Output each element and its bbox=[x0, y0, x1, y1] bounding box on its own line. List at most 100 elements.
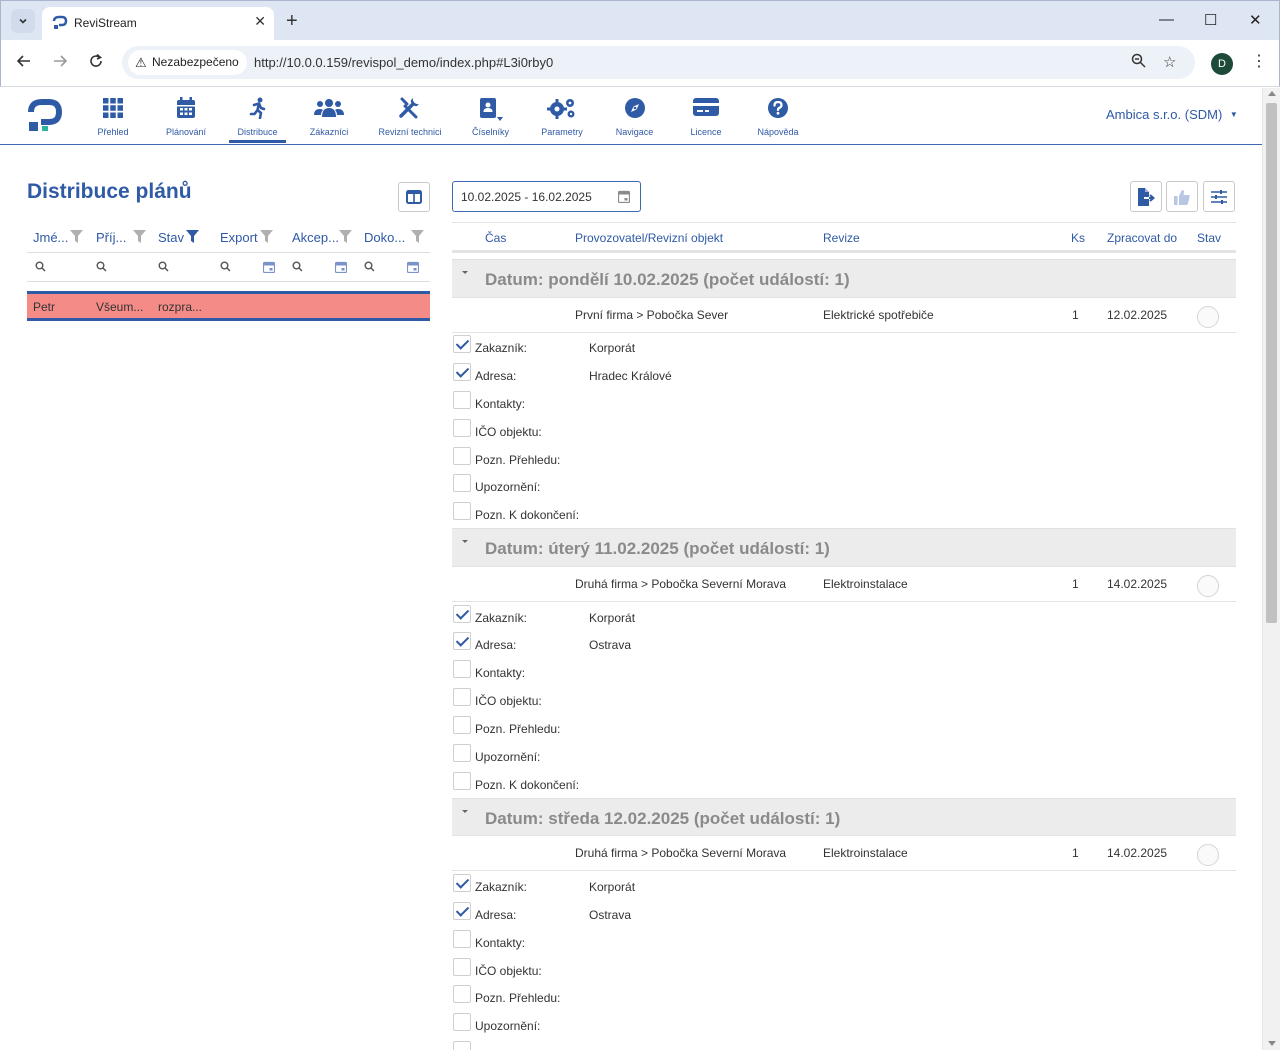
reload-icon[interactable] bbox=[88, 53, 104, 74]
detail-checkbox[interactable] bbox=[453, 1013, 471, 1031]
detail-checkbox[interactable] bbox=[453, 688, 471, 706]
profile-avatar[interactable]: D bbox=[1211, 53, 1233, 75]
search-icon[interactable] bbox=[35, 261, 46, 272]
close-tab-icon[interactable]: ✕ bbox=[254, 13, 266, 30]
nav-ciselniky[interactable]: Číselníky bbox=[468, 88, 513, 144]
column-header-stav[interactable]: Stav bbox=[1197, 231, 1221, 245]
detail-checkbox[interactable] bbox=[453, 744, 471, 762]
collapse-caret-icon[interactable] bbox=[462, 271, 468, 274]
event-status-indicator[interactable] bbox=[1197, 844, 1219, 866]
scroll-down-arrow-icon[interactable] bbox=[1268, 1041, 1276, 1046]
column-header-stav[interactable]: Stav bbox=[158, 230, 184, 245]
nav-zakaznici[interactable]: Zákazníci bbox=[305, 88, 353, 144]
column-header-prijmeni[interactable]: Příj... bbox=[96, 230, 126, 245]
scrollbar-thumb[interactable] bbox=[1266, 103, 1277, 623]
nav-napoveda[interactable]: Nápověda bbox=[756, 88, 800, 144]
settings-sliders-button[interactable] bbox=[1203, 181, 1235, 212]
column-header-provozovatel[interactable]: Provozovatel/Revizní objekt bbox=[575, 231, 723, 245]
column-header-akceptace[interactable]: Akcep... bbox=[292, 230, 339, 245]
calendar-icon[interactable] bbox=[335, 261, 347, 273]
filter-icon[interactable] bbox=[70, 230, 83, 243]
search-icon[interactable] bbox=[292, 261, 303, 272]
nav-navigace[interactable]: Navigace bbox=[612, 88, 657, 144]
browser-menu-icon[interactable]: ⋮ bbox=[1251, 51, 1267, 71]
detail-checkbox[interactable] bbox=[453, 632, 471, 650]
detail-checkbox[interactable] bbox=[453, 391, 471, 409]
event-row[interactable]: Druhá firma > Pobočka Severní Morava Ele… bbox=[452, 835, 1236, 871]
detail-checkbox[interactable] bbox=[453, 335, 471, 353]
column-header-dokonceni[interactable]: Doko... bbox=[364, 230, 405, 245]
filter-icon[interactable] bbox=[133, 230, 146, 243]
zoom-icon[interactable] bbox=[1131, 53, 1146, 72]
security-chip[interactable]: ⚠ Nezabezpečeno bbox=[128, 50, 247, 75]
column-header-export[interactable]: Export bbox=[220, 230, 258, 245]
new-tab-button[interactable]: + bbox=[286, 9, 298, 33]
detail-checkbox[interactable] bbox=[453, 363, 471, 381]
search-icon[interactable] bbox=[158, 261, 169, 272]
event-status-indicator[interactable] bbox=[1197, 306, 1219, 328]
detail-checkbox[interactable] bbox=[453, 474, 471, 492]
url-text[interactable]: http://10.0.0.159/revispol_demo/index.ph… bbox=[254, 55, 553, 70]
layout-toggle-button[interactable] bbox=[398, 182, 430, 212]
detail-checkbox[interactable] bbox=[453, 902, 471, 920]
column-header-revize[interactable]: Revize bbox=[823, 231, 860, 245]
forward-icon[interactable] bbox=[52, 53, 68, 74]
calendar-icon[interactable] bbox=[263, 261, 275, 273]
column-header-ks[interactable]: Ks bbox=[1071, 231, 1085, 245]
collapse-caret-icon[interactable] bbox=[462, 810, 468, 813]
maximize-icon[interactable]: ☐ bbox=[1204, 11, 1217, 29]
collapse-caret-icon[interactable] bbox=[462, 540, 468, 543]
nav-licence[interactable]: Licence bbox=[686, 88, 726, 144]
revistream-logo[interactable] bbox=[27, 98, 63, 134]
filter-icon[interactable] bbox=[260, 230, 273, 243]
calendar-icon[interactable] bbox=[407, 261, 419, 273]
detail-checkbox[interactable] bbox=[453, 958, 471, 976]
event-row[interactable]: Druhá firma > Pobočka Severní Morava Ele… bbox=[452, 566, 1236, 602]
detail-checkbox[interactable] bbox=[453, 930, 471, 948]
calendar-icon[interactable] bbox=[618, 190, 630, 203]
bookmark-star-icon[interactable]: ☆ bbox=[1163, 53, 1176, 71]
page-scrollbar[interactable] bbox=[1262, 88, 1280, 1050]
detail-checkbox[interactable] bbox=[453, 1041, 471, 1050]
accept-button[interactable] bbox=[1166, 181, 1198, 212]
nav-prehled[interactable]: Přehled bbox=[90, 88, 136, 144]
tab-search-button[interactable] bbox=[11, 9, 35, 33]
detail-checkbox[interactable] bbox=[453, 447, 471, 465]
close-window-icon[interactable]: ✕ bbox=[1249, 11, 1262, 29]
nav-distribuce[interactable]: Distribuce bbox=[229, 88, 286, 144]
column-header-zpracovat-do[interactable]: Zpracovat do bbox=[1107, 231, 1177, 245]
detail-checkbox[interactable] bbox=[453, 772, 471, 790]
date-group-header[interactable]: Datum: úterý 11.02.2025 (počet událostí:… bbox=[452, 528, 1236, 567]
table-row[interactable]: Petr Všeum... rozpra... bbox=[27, 291, 430, 321]
search-icon[interactable] bbox=[364, 261, 375, 272]
filter-icon[interactable] bbox=[411, 230, 424, 243]
date-group-header[interactable]: Datum: pondělí 10.02.2025 (počet událost… bbox=[452, 259, 1236, 298]
date-range-input[interactable]: 10.02.2025 - 16.02.2025 bbox=[452, 181, 641, 212]
event-row[interactable]: První firma > Pobočka Sever Elektrické s… bbox=[452, 297, 1236, 333]
filter-icon[interactable] bbox=[339, 230, 352, 243]
export-button[interactable] bbox=[1130, 181, 1162, 212]
filter-active-icon[interactable] bbox=[186, 230, 199, 243]
nav-parametry[interactable]: Parametry bbox=[537, 88, 587, 144]
nav-planovani[interactable]: Plánování bbox=[160, 88, 212, 144]
nav-revizni-technici[interactable]: Revizní technici bbox=[376, 88, 444, 144]
minimize-icon[interactable]: — bbox=[1159, 11, 1174, 28]
event-status-indicator[interactable] bbox=[1197, 575, 1219, 597]
detail-checkbox[interactable] bbox=[453, 419, 471, 437]
address-bar[interactable]: ⚠ Nezabezpečeno http://10.0.0.159/revisp… bbox=[122, 46, 1195, 79]
detail-checkbox[interactable] bbox=[453, 502, 471, 520]
search-icon[interactable] bbox=[96, 261, 107, 272]
company-selector[interactable]: Ambica s.r.o. (SDM) ▼ bbox=[1106, 107, 1238, 122]
browser-tab[interactable]: ReviStream ✕ bbox=[42, 7, 274, 41]
detail-checkbox[interactable] bbox=[453, 874, 471, 892]
detail-checkbox[interactable] bbox=[453, 605, 471, 623]
detail-checkbox[interactable] bbox=[453, 985, 471, 1003]
date-group-header[interactable]: Datum: středa 12.02.2025 (počet událostí… bbox=[452, 798, 1236, 837]
column-header-cas[interactable]: Čas bbox=[485, 231, 506, 245]
search-icon[interactable] bbox=[220, 261, 231, 272]
detail-checkbox[interactable] bbox=[453, 660, 471, 678]
detail-checkbox[interactable] bbox=[453, 716, 471, 734]
back-icon[interactable] bbox=[16, 53, 32, 74]
column-header-jmeno[interactable]: Jmé... bbox=[33, 230, 68, 245]
scroll-up-arrow-icon[interactable] bbox=[1268, 91, 1276, 96]
